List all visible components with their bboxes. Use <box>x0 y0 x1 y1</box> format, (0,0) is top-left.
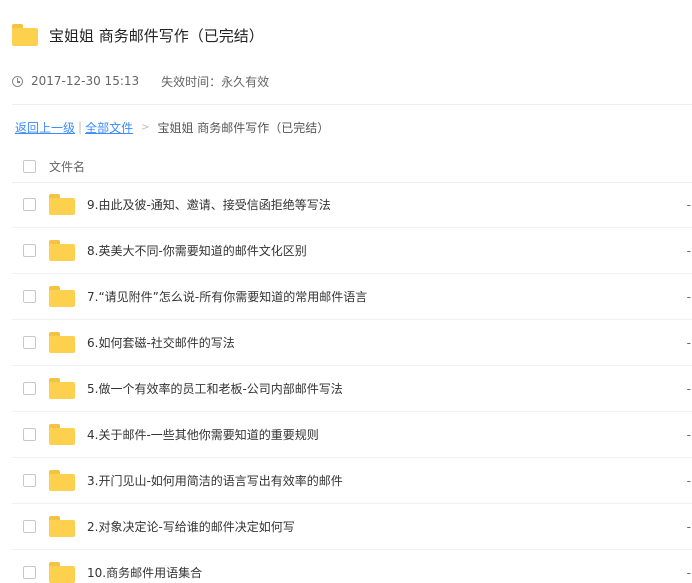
page-title: 宝姐姐 商务邮件写作（已完结） <box>49 26 264 45</box>
file-size: - <box>686 427 691 442</box>
row-checkbox[interactable] <box>23 428 36 441</box>
table-row[interactable]: 5.做一个有效率的员工和老板-公司内部邮件写法 - <box>12 366 692 412</box>
row-checkbox[interactable] <box>23 244 36 257</box>
folder-icon <box>49 424 75 445</box>
file-name[interactable]: 3.开门见山-如何用简洁的语言写出有效率的邮件 <box>87 472 343 489</box>
folder-icon <box>49 516 75 537</box>
header-divider <box>12 104 692 105</box>
chevron-right-icon: > <box>141 121 150 133</box>
folder-icon <box>49 470 75 491</box>
file-size: - <box>686 565 691 580</box>
file-name[interactable]: 4.关于邮件-一些其他你需要知道的重要规则 <box>87 426 319 443</box>
breadcrumb-current: 宝姐姐 商务邮件写作（已完结） <box>157 120 330 135</box>
folder-icon <box>49 286 75 307</box>
table-row[interactable]: 10.商务邮件用语集合 - <box>12 550 692 583</box>
table-row[interactable]: 2.对象决定论-写给谁的邮件决定如何写 - <box>12 504 692 550</box>
share-header: 宝姐姐 商务邮件写作（已完结） <box>12 22 264 48</box>
file-name[interactable]: 8.英美大不同-你需要知道的邮件文化区别 <box>87 242 307 259</box>
expire-time: 失效时间：永久有效 <box>161 74 270 89</box>
file-name[interactable]: 2.对象决定论-写给谁的邮件决定如何写 <box>87 518 295 535</box>
row-checkbox[interactable] <box>23 382 36 395</box>
row-checkbox[interactable] <box>23 290 36 303</box>
share-date: 2017-12-30 15:13 <box>31 74 140 88</box>
table-row[interactable]: 8.英美大不同-你需要知道的邮件文化区别 - <box>12 228 692 274</box>
file-name[interactable]: 6.如何套磁-社交邮件的写法 <box>87 334 235 351</box>
file-size: - <box>686 519 691 534</box>
all-files-link[interactable]: 全部文件 <box>85 119 133 136</box>
file-size: - <box>686 243 691 258</box>
back-link[interactable]: 返回上一级 <box>15 119 75 136</box>
row-checkbox[interactable] <box>23 474 36 487</box>
table-row[interactable]: 3.开门见山-如何用简洁的语言写出有效率的邮件 - <box>12 458 692 504</box>
table-row[interactable]: 9.由此及彼-通知、邀请、接受信函拒绝等写法 - <box>12 182 692 228</box>
file-list: 9.由此及彼-通知、邀请、接受信函拒绝等写法 - 8.英美大不同-你需要知道的邮… <box>12 182 692 583</box>
folder-icon <box>49 194 75 215</box>
row-checkbox[interactable] <box>23 520 36 533</box>
breadcrumb: 返回上一级 | 全部文件 > 宝姐姐 商务邮件写作（已完结） <box>15 118 329 136</box>
breadcrumb-separator: | <box>78 120 83 134</box>
file-size: - <box>686 335 691 350</box>
folder-icon <box>49 332 75 353</box>
file-size: - <box>686 197 691 212</box>
folder-icon <box>49 240 75 261</box>
column-filename: 文件名 <box>49 159 86 174</box>
file-size: - <box>686 381 691 396</box>
row-checkbox[interactable] <box>23 566 36 579</box>
table-row[interactable]: 6.如何套磁-社交邮件的写法 - <box>12 320 692 366</box>
row-checkbox[interactable] <box>23 198 36 211</box>
row-checkbox[interactable] <box>23 336 36 349</box>
file-list-header: 文件名 <box>12 150 692 183</box>
folder-icon <box>49 378 75 399</box>
file-size: - <box>686 289 691 304</box>
file-name[interactable]: 10.商务邮件用语集合 <box>87 564 202 581</box>
file-share-page: 宝姐姐 商务邮件写作（已完结） 2017-12-30 15:13 失效时间：永久… <box>0 0 692 583</box>
file-size: - <box>686 473 691 488</box>
table-row[interactable]: 4.关于邮件-一些其他你需要知道的重要规则 - <box>12 412 692 458</box>
folder-icon <box>12 24 38 46</box>
select-all-checkbox[interactable] <box>23 159 36 173</box>
share-meta: 2017-12-30 15:13 失效时间：永久有效 <box>12 72 269 90</box>
table-row[interactable]: 7.“请见附件”怎么说-所有你需要知道的常用邮件语言 - <box>12 274 692 320</box>
file-name[interactable]: 9.由此及彼-通知、邀请、接受信函拒绝等写法 <box>87 196 331 213</box>
file-name[interactable]: 7.“请见附件”怎么说-所有你需要知道的常用邮件语言 <box>87 288 367 305</box>
file-name[interactable]: 5.做一个有效率的员工和老板-公司内部邮件写法 <box>87 380 343 397</box>
folder-icon <box>49 562 75 583</box>
clock-icon <box>12 75 23 87</box>
